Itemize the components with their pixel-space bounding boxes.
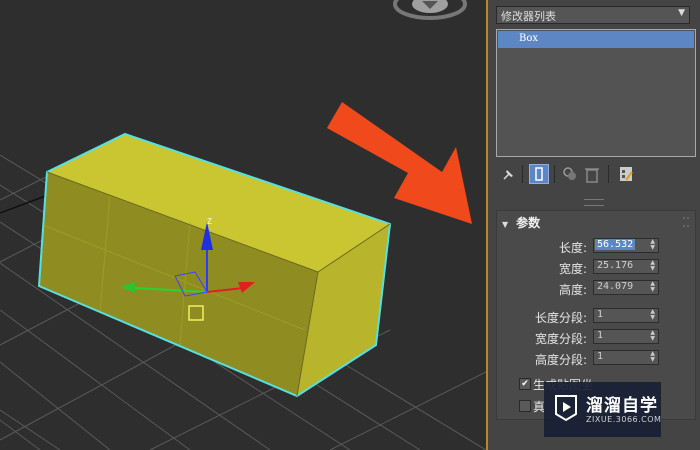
length-segs-value: 1	[597, 309, 604, 320]
modifier-list-dropdown[interactable]: 修改器列表 ▼	[496, 6, 690, 24]
dropdown-arrow-icon: ▼	[678, 8, 685, 18]
width-segs-value: 1	[597, 330, 604, 341]
z-axis-label: Z	[207, 217, 212, 226]
viewcube[interactable]	[393, 0, 467, 20]
watermark-logo-icon	[555, 395, 577, 422]
width-spinner[interactable]: 25.176 ▲ ▼	[593, 259, 659, 274]
length-segs-label: 长度分段:	[534, 311, 587, 325]
width-segs-label: 宽度分段:	[534, 332, 587, 346]
viewport-scene[interactable]: Z	[0, 0, 486, 450]
width-segs-spinner[interactable]: 1 ▲ ▼	[593, 329, 659, 344]
show-end-result-icon[interactable]	[529, 164, 549, 184]
make-unique-icon[interactable]	[560, 164, 580, 184]
length-segs-spinner[interactable]: 1 ▲ ▼	[593, 308, 659, 323]
rollout-title: 参数	[516, 216, 541, 230]
length-value: 56.532	[595, 239, 636, 250]
rollout-drag-handle[interactable]	[683, 217, 689, 227]
height-value: 24.079	[597, 281, 634, 292]
remove-modifier-icon[interactable]	[582, 164, 602, 184]
height-segs-row: 高度分段: 1 ▲ ▼	[497, 350, 695, 367]
pin-stack-icon[interactable]	[498, 164, 518, 184]
box-object[interactable]	[37, 132, 392, 398]
spinner-arrows-icon[interactable]: ▲ ▼	[650, 351, 655, 363]
spinner-arrows-icon[interactable]: ▲ ▼	[650, 309, 655, 321]
spinner-arrows-icon[interactable]: ▲ ▼	[650, 281, 655, 293]
spinner-arrows-icon[interactable]: ▲ ▼	[650, 330, 655, 342]
length-label: 长度:	[558, 241, 587, 255]
width-row: 宽度: 25.176 ▲ ▼	[497, 259, 695, 276]
watermark: 溜溜自学 ZIXUE.3066.COM	[544, 382, 661, 437]
configure-modifier-sets-icon[interactable]	[616, 164, 636, 184]
rollout-header[interactable]: ▼ 参数	[502, 214, 540, 231]
width-segs-row: 宽度分段: 1 ▲ ▼	[497, 329, 695, 346]
perspective-viewport[interactable]: Z	[0, 0, 486, 450]
watermark-title: 溜溜自学	[586, 396, 658, 416]
height-label: 高度:	[558, 283, 587, 297]
modifier-stack[interactable]: Box	[496, 29, 696, 157]
stack-item-label: Box	[519, 33, 539, 44]
length-spinner[interactable]: 56.532 ▲ ▼	[593, 238, 659, 253]
modifier-list-label: 修改器列表	[501, 10, 556, 23]
length-segs-row: 长度分段: 1 ▲ ▼	[497, 308, 695, 325]
height-segs-spinner[interactable]: 1 ▲ ▼	[593, 350, 659, 365]
length-row: 长度: 56.532 ▲ ▼	[497, 238, 695, 255]
spinner-arrows-icon[interactable]: ▲ ▼	[650, 260, 655, 272]
checkmark-icon[interactable]: ✔	[519, 378, 531, 390]
height-segs-label: 高度分段:	[534, 353, 587, 367]
panel-resize-grip[interactable]	[584, 199, 604, 206]
stack-toolbar	[496, 162, 696, 186]
height-spinner[interactable]: 24.079 ▲ ▼	[593, 280, 659, 295]
spinner-arrows-icon[interactable]: ▲ ▼	[650, 239, 655, 251]
height-row: 高度: 24.079 ▲ ▼	[497, 280, 695, 297]
height-segs-value: 1	[597, 351, 604, 362]
stack-item-box[interactable]: Box	[498, 31, 694, 48]
checkbox-box[interactable]	[519, 400, 531, 412]
collapse-triangle-icon: ▼	[502, 220, 509, 229]
annotation-arrow	[327, 102, 472, 224]
width-value: 25.176	[597, 260, 634, 271]
watermark-url: ZIXUE.3066.COM	[586, 415, 662, 424]
width-label: 宽度:	[558, 262, 587, 276]
